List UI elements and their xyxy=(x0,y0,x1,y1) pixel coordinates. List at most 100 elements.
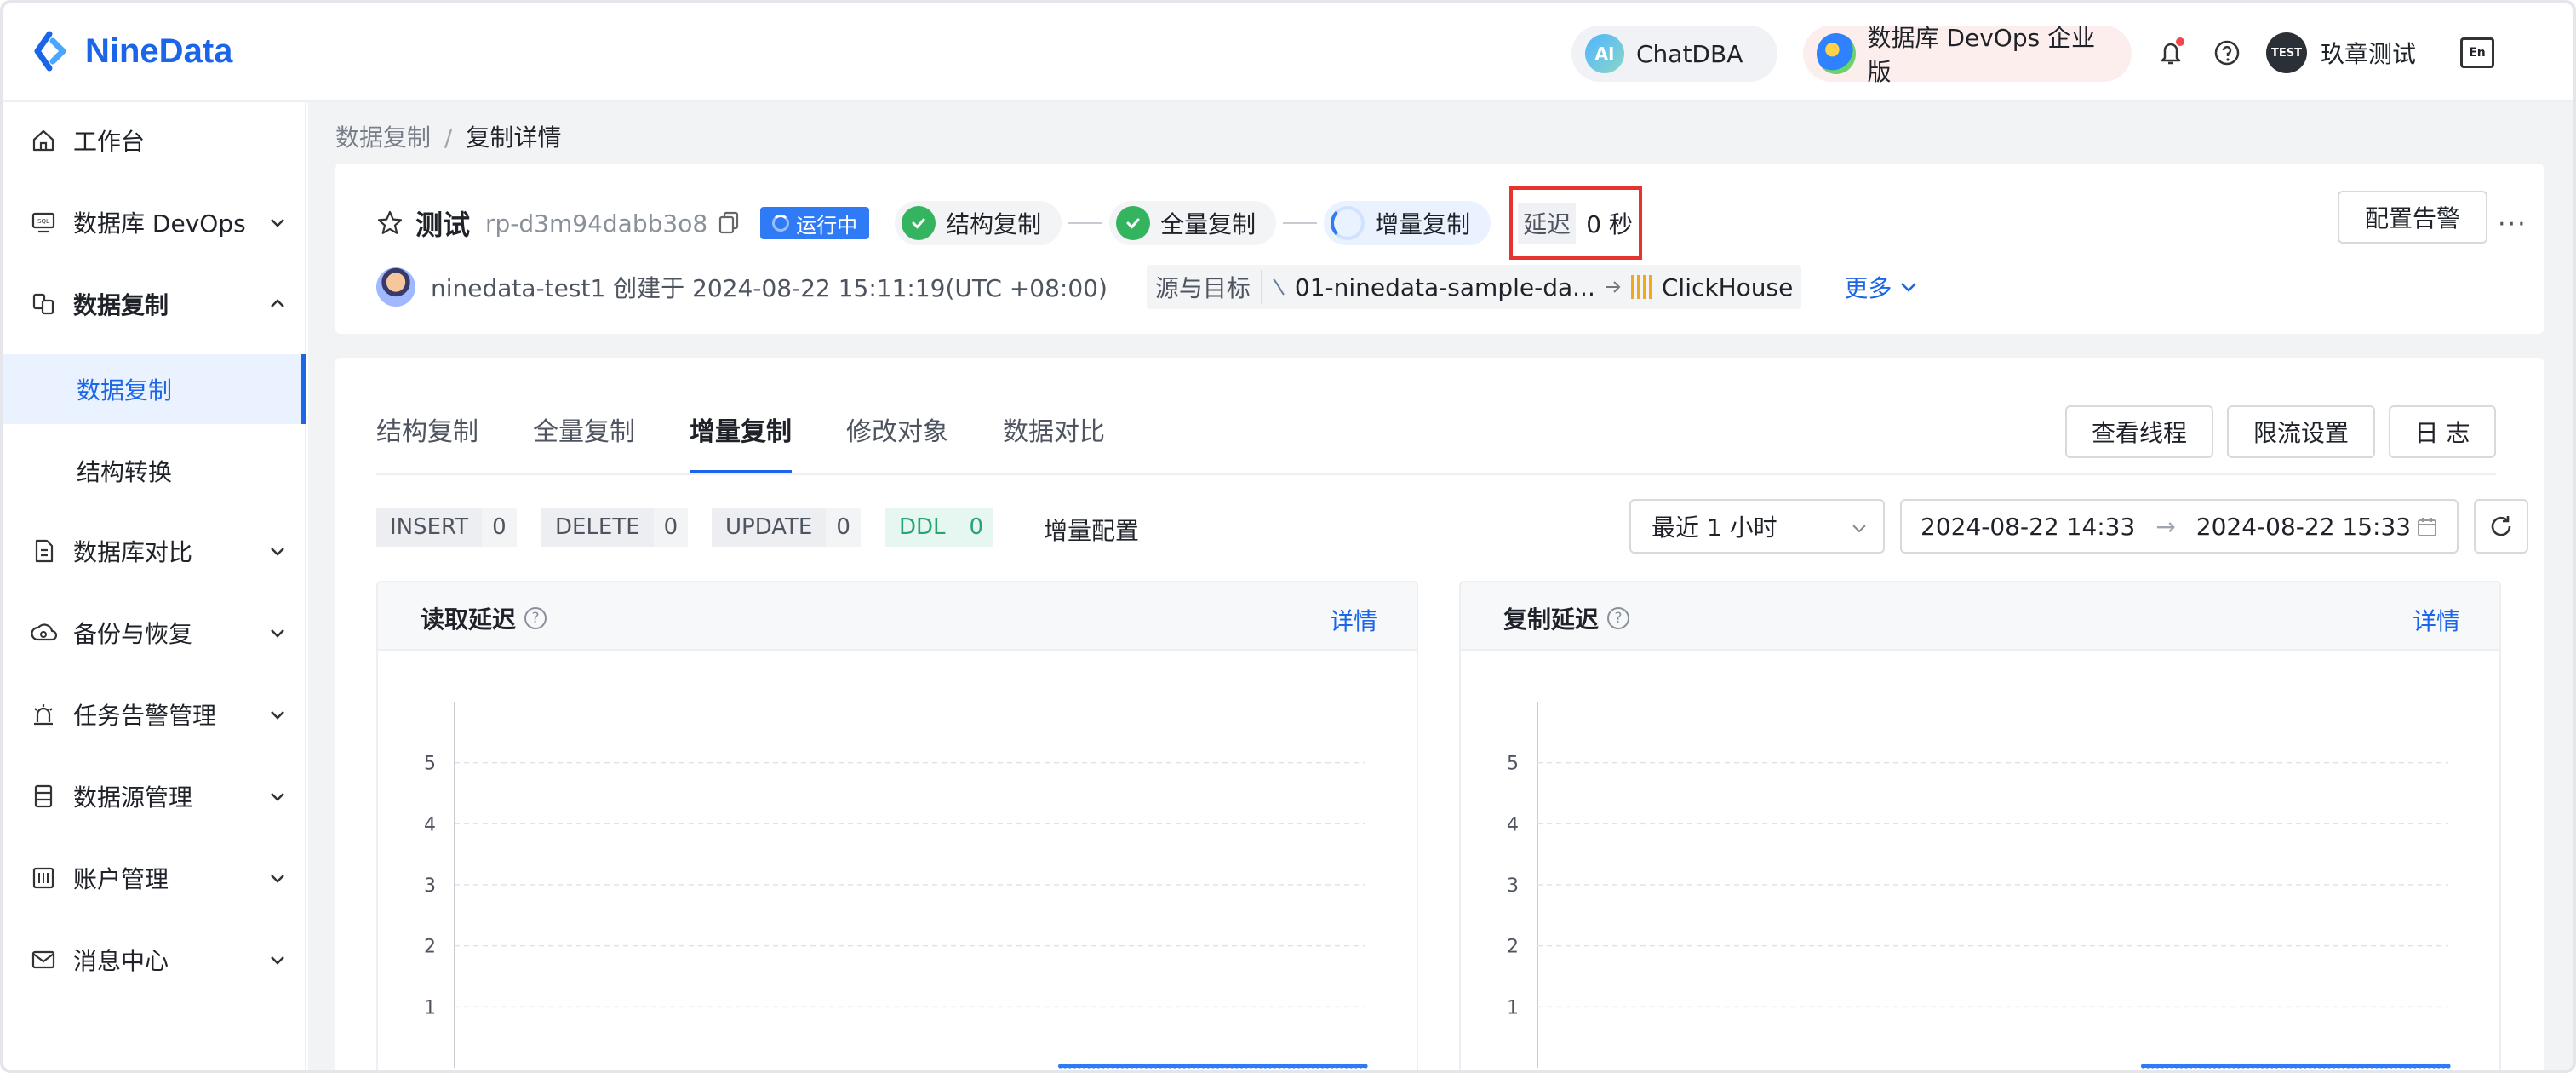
mail-icon xyxy=(29,945,58,974)
details-link[interactable]: 详情 xyxy=(2413,603,2460,637)
configure-alert-button[interactable]: 配置告警 xyxy=(2338,191,2487,244)
more-link[interactable]: 更多 xyxy=(1844,270,1919,304)
refresh-button[interactable] xyxy=(2474,499,2528,554)
date-range-picker[interactable]: 2024-08-22 14:33 → 2024-08-22 15:33 xyxy=(1900,499,2459,554)
user-avatar[interactable]: TEST xyxy=(2266,32,2307,73)
replication-icon xyxy=(29,290,58,318)
logs-button[interactable]: 日 志 xyxy=(2389,405,2496,458)
insert-counter: INSERT 0 xyxy=(376,508,517,547)
chevron-down-icon xyxy=(271,219,284,227)
sidebar-item-devops[interactable]: SQL 数据库 DevOps xyxy=(3,184,306,261)
stage-full[interactable]: 全量复制 xyxy=(1109,201,1277,245)
sidebar-subitem-structure-convert[interactable]: 结构转换 xyxy=(3,436,306,506)
tab-full[interactable]: 全量复制 xyxy=(533,405,635,473)
data-point xyxy=(2312,1064,2317,1069)
copy-icon[interactable] xyxy=(718,211,740,235)
data-point xyxy=(2212,1064,2218,1069)
data-point xyxy=(2327,1064,2332,1069)
detail-card: 结构复制 全量复制 增量复制 修改对象 数据对比 查看线程 限流设置 日 志 I… xyxy=(335,358,2544,1070)
devops-edition-button[interactable]: 数据库 DevOps 企业版 xyxy=(1803,24,2132,86)
sidebar-item-datasource[interactable]: 数据源管理 xyxy=(3,758,306,835)
rate-limit-button[interactable]: 限流设置 xyxy=(2227,405,2375,458)
data-point xyxy=(2293,1064,2298,1069)
sidebar-item-alert[interactable]: 任务告警管理 xyxy=(3,676,306,753)
sidebar-item-db-compare[interactable]: 数据库对比 xyxy=(3,513,306,589)
check-icon xyxy=(1116,206,1151,240)
breadcrumb: 数据复制 / 复制详情 xyxy=(335,119,561,153)
breadcrumb-parent[interactable]: 数据复制 xyxy=(335,123,431,152)
sidebar-item-replication[interactable]: 数据复制 xyxy=(3,266,306,342)
chevron-down-icon xyxy=(271,711,284,720)
chatdba-button[interactable]: AI ChatDBA xyxy=(1571,26,1777,82)
help-icon[interactable]: ? xyxy=(1607,607,1630,629)
tab-incremental[interactable]: 增量复制 xyxy=(690,405,792,473)
tab-data-compare[interactable]: 数据对比 xyxy=(1003,405,1105,473)
help-icon[interactable] xyxy=(2210,36,2244,70)
data-point xyxy=(1196,1064,1201,1069)
panel-title-text: 复制延迟 xyxy=(1503,605,1600,634)
data-point xyxy=(1200,1064,1206,1069)
sidebar-subitem-replication[interactable]: 数据复制 xyxy=(3,354,306,424)
y-tick-label: 5 xyxy=(1507,754,1519,775)
data-point xyxy=(2298,1064,2303,1069)
logo[interactable]: NineData xyxy=(32,29,232,73)
clickhouse-icon xyxy=(1630,275,1653,299)
more-menu-icon[interactable]: ··· xyxy=(2498,209,2527,239)
tab-structure[interactable]: 结构复制 xyxy=(376,405,478,473)
data-point xyxy=(2155,1064,2160,1069)
data-point xyxy=(2250,1064,2255,1069)
data-point xyxy=(1354,1064,1359,1069)
y-tick-label: 3 xyxy=(1507,875,1519,897)
time-range-select[interactable]: 最近 1 小时 xyxy=(1629,499,1885,554)
range-end[interactable]: 2024-08-22 15:33 xyxy=(2196,513,2411,541)
data-point xyxy=(2336,1064,2341,1069)
cloud-backup-icon xyxy=(29,618,58,647)
data-point xyxy=(1234,1064,1239,1069)
data-point xyxy=(1301,1064,1306,1069)
view-threads-button[interactable]: 查看线程 xyxy=(2065,405,2213,458)
stage-structure[interactable]: 结构复制 xyxy=(895,201,1062,245)
data-point xyxy=(2331,1064,2337,1069)
source-target[interactable]: 源与目标 01-ninedata-sample-da... ClickHouse xyxy=(1146,265,1802,309)
chevron-down-icon xyxy=(271,793,284,801)
data-point xyxy=(1172,1064,1177,1069)
data-point xyxy=(1205,1064,1211,1069)
help-icon[interactable]: ? xyxy=(524,607,547,629)
data-point xyxy=(2140,1064,2146,1069)
language-icon[interactable]: En xyxy=(2460,37,2494,68)
chevron-down-icon xyxy=(271,548,284,556)
tab-modify-objects[interactable]: 修改对象 xyxy=(846,405,948,473)
data-point xyxy=(1062,1064,1068,1069)
bell-icon[interactable] xyxy=(2154,36,2188,70)
incremental-config-link[interactable]: 增量配置 xyxy=(1044,513,1139,547)
data-point xyxy=(2164,1064,2170,1069)
task-header-card: 测试 rp-d3m94dabb3o8 运行中 结构复制 全量复制 增量复制 延迟… xyxy=(335,164,2544,334)
sidebar-item-account[interactable]: 账户管理 xyxy=(3,840,306,916)
datasource-icon xyxy=(29,782,58,811)
sidebar-item-label: 数据复制 xyxy=(73,291,169,319)
data-point xyxy=(2441,1064,2446,1069)
user-name[interactable]: 玖章测试 xyxy=(2321,36,2416,70)
data-point xyxy=(1306,1064,1311,1069)
stage-incremental[interactable]: 增量复制 xyxy=(1324,201,1491,245)
star-icon[interactable] xyxy=(376,209,404,237)
data-point xyxy=(1143,1064,1148,1069)
data-point xyxy=(1187,1064,1192,1069)
chevron-down-icon xyxy=(271,875,284,883)
data-point xyxy=(1072,1064,1077,1069)
read-delay-panel: 读取延迟 ? 详情 1 2 3 4 5 xyxy=(376,581,1418,1070)
data-point xyxy=(1334,1064,1339,1069)
sidebar: 工作台 SQL 数据库 DevOps 数据复制 数据复制 结构转换 数据库对比 … xyxy=(3,102,306,1070)
sidebar-item-label: 备份与恢复 xyxy=(73,620,193,648)
sidebar-item-workbench[interactable]: 工作台 xyxy=(3,102,306,179)
breadcrumb-current: 复制详情 xyxy=(466,123,562,152)
sidebar-item-backup[interactable]: 备份与恢复 xyxy=(3,594,306,671)
globe-icon xyxy=(1817,33,1856,74)
sidebar-item-messages[interactable]: 消息中心 xyxy=(3,921,306,998)
data-point xyxy=(1096,1064,1101,1069)
details-link[interactable]: 详情 xyxy=(1330,603,1377,637)
counter-value: 0 xyxy=(959,508,994,547)
home-icon xyxy=(29,126,58,155)
range-start[interactable]: 2024-08-22 14:33 xyxy=(1921,513,2135,541)
delete-counter: DELETE 0 xyxy=(541,508,689,547)
